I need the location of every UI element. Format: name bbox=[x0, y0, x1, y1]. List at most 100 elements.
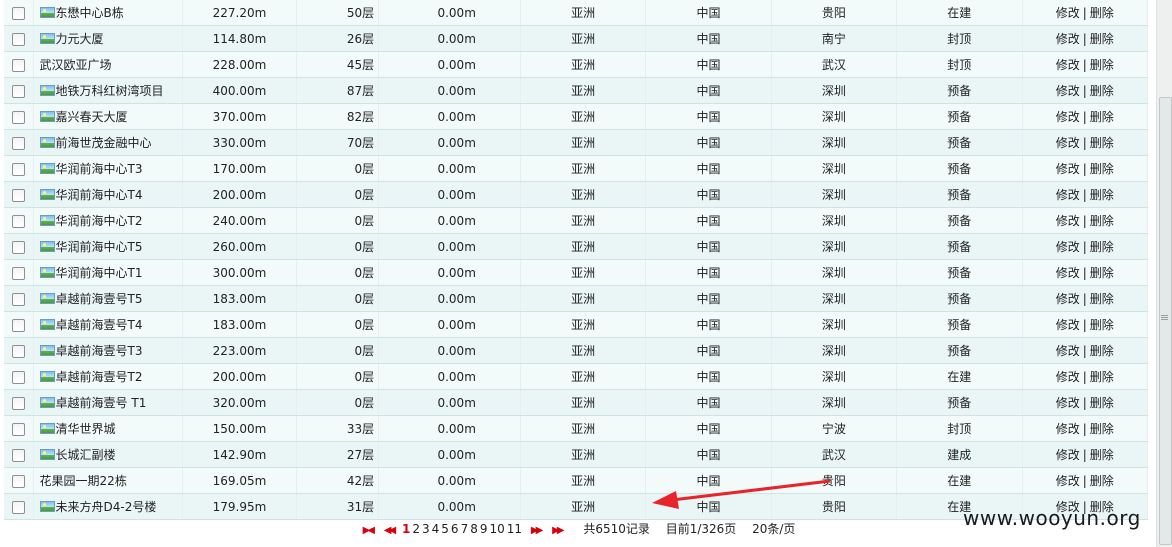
last-page-icon[interactable]: ▶▶ bbox=[552, 525, 565, 536]
image-icon[interactable] bbox=[39, 319, 55, 330]
vertical-scrollbar[interactable] bbox=[1156, 0, 1172, 547]
select-checkbox[interactable] bbox=[11, 344, 25, 358]
image-icon[interactable] bbox=[39, 501, 55, 512]
delete-link[interactable]: 删除 bbox=[1090, 84, 1114, 98]
select-checkbox[interactable] bbox=[11, 422, 25, 436]
row-checkbox[interactable] bbox=[4, 77, 34, 104]
image-icon[interactable] bbox=[39, 163, 55, 174]
edit-link[interactable]: 修改 bbox=[1056, 448, 1080, 462]
row-checkbox[interactable] bbox=[4, 259, 34, 286]
image-icon[interactable] bbox=[39, 215, 55, 226]
delete-link[interactable]: 删除 bbox=[1090, 266, 1114, 280]
select-checkbox[interactable] bbox=[11, 318, 25, 332]
select-checkbox[interactable] bbox=[11, 396, 25, 410]
image-icon[interactable] bbox=[39, 85, 55, 96]
select-checkbox[interactable] bbox=[11, 292, 25, 306]
edit-link[interactable]: 修改 bbox=[1056, 370, 1080, 384]
delete-link[interactable]: 删除 bbox=[1090, 136, 1114, 150]
scrollbar-thumb[interactable] bbox=[1159, 97, 1172, 545]
row-actions[interactable]: 修改 | 删除 bbox=[1022, 337, 1149, 364]
page-number-link[interactable]: 3 bbox=[422, 522, 430, 536]
select-checkbox[interactable] bbox=[11, 136, 25, 150]
row-actions[interactable]: 修改 | 删除 bbox=[1022, 0, 1149, 26]
edit-link[interactable]: 修改 bbox=[1056, 344, 1080, 358]
row-checkbox[interactable] bbox=[4, 129, 34, 156]
select-checkbox[interactable] bbox=[11, 162, 25, 176]
image-icon[interactable] bbox=[39, 241, 55, 252]
next-page-icon[interactable]: ▶▶ bbox=[531, 525, 544, 536]
row-actions[interactable]: 修改 | 删除 bbox=[1022, 415, 1149, 442]
delete-link[interactable]: 删除 bbox=[1090, 32, 1114, 46]
row-actions[interactable]: 修改 | 删除 bbox=[1022, 285, 1149, 312]
delete-link[interactable]: 删除 bbox=[1090, 6, 1114, 20]
row-checkbox[interactable] bbox=[4, 181, 34, 208]
row-checkbox[interactable] bbox=[4, 337, 34, 364]
page-number-link[interactable]: 7 bbox=[461, 522, 469, 536]
delete-link[interactable]: 删除 bbox=[1090, 422, 1114, 436]
edit-link[interactable]: 修改 bbox=[1056, 162, 1080, 176]
image-icon[interactable] bbox=[39, 33, 55, 44]
select-checkbox[interactable] bbox=[11, 448, 25, 462]
row-actions[interactable]: 修改 | 删除 bbox=[1022, 441, 1149, 468]
delete-link[interactable]: 删除 bbox=[1090, 318, 1114, 332]
row-checkbox[interactable] bbox=[4, 467, 34, 494]
delete-link[interactable]: 删除 bbox=[1090, 474, 1114, 488]
row-actions[interactable]: 修改 | 删除 bbox=[1022, 311, 1149, 338]
page-number-link[interactable]: 2 bbox=[412, 522, 420, 536]
row-actions[interactable]: 修改 | 删除 bbox=[1022, 467, 1149, 494]
delete-link[interactable]: 删除 bbox=[1090, 396, 1114, 410]
page-number-link[interactable]: 8 bbox=[470, 522, 478, 536]
row-actions[interactable]: 修改 | 删除 bbox=[1022, 129, 1149, 156]
row-actions[interactable]: 修改 | 删除 bbox=[1022, 363, 1149, 390]
select-checkbox[interactable] bbox=[11, 500, 25, 514]
page-number-link[interactable]: 4 bbox=[432, 522, 440, 536]
delete-link[interactable]: 删除 bbox=[1090, 214, 1114, 228]
edit-link[interactable]: 修改 bbox=[1056, 6, 1080, 20]
row-checkbox[interactable] bbox=[4, 285, 34, 312]
delete-link[interactable]: 删除 bbox=[1090, 344, 1114, 358]
select-checkbox[interactable] bbox=[11, 84, 25, 98]
row-actions[interactable]: 修改 | 删除 bbox=[1022, 103, 1149, 130]
page-number-link[interactable]: 6 bbox=[451, 522, 459, 536]
page-number-link[interactable]: 5 bbox=[441, 522, 449, 536]
delete-link[interactable]: 删除 bbox=[1090, 448, 1114, 462]
row-checkbox[interactable] bbox=[4, 493, 34, 520]
image-icon[interactable] bbox=[39, 371, 55, 382]
select-checkbox[interactable] bbox=[11, 58, 25, 72]
select-checkbox[interactable] bbox=[11, 110, 25, 124]
row-checkbox[interactable] bbox=[4, 103, 34, 130]
edit-link[interactable]: 修改 bbox=[1056, 240, 1080, 254]
row-checkbox[interactable] bbox=[4, 51, 34, 78]
edit-link[interactable]: 修改 bbox=[1056, 266, 1080, 280]
first-page-icon[interactable]: ▶◀ bbox=[363, 525, 376, 536]
edit-link[interactable]: 修改 bbox=[1056, 136, 1080, 150]
row-checkbox[interactable] bbox=[4, 233, 34, 260]
edit-link[interactable]: 修改 bbox=[1056, 110, 1080, 124]
delete-link[interactable]: 删除 bbox=[1090, 162, 1114, 176]
delete-link[interactable]: 删除 bbox=[1090, 188, 1114, 202]
delete-link[interactable]: 删除 bbox=[1090, 370, 1114, 384]
select-checkbox[interactable] bbox=[11, 6, 25, 20]
image-icon[interactable] bbox=[39, 189, 55, 200]
select-checkbox[interactable] bbox=[11, 240, 25, 254]
edit-link[interactable]: 修改 bbox=[1056, 292, 1080, 306]
row-actions[interactable]: 修改 | 删除 bbox=[1022, 155, 1149, 182]
edit-link[interactable]: 修改 bbox=[1056, 84, 1080, 98]
row-actions[interactable]: 修改 | 删除 bbox=[1022, 389, 1149, 416]
edit-link[interactable]: 修改 bbox=[1056, 32, 1080, 46]
row-checkbox[interactable] bbox=[4, 389, 34, 416]
page-number-link[interactable]: 9 bbox=[480, 522, 488, 536]
image-icon[interactable] bbox=[39, 7, 55, 18]
edit-link[interactable]: 修改 bbox=[1056, 318, 1080, 332]
edit-link[interactable]: 修改 bbox=[1056, 474, 1080, 488]
image-icon[interactable] bbox=[39, 345, 55, 356]
row-checkbox[interactable] bbox=[4, 25, 34, 52]
image-icon[interactable] bbox=[39, 137, 55, 148]
page-number-link[interactable]: 11 bbox=[507, 522, 522, 536]
row-checkbox[interactable] bbox=[4, 363, 34, 390]
delete-link[interactable]: 删除 bbox=[1090, 110, 1114, 124]
image-icon[interactable] bbox=[39, 449, 55, 460]
page-number-link[interactable]: 1 bbox=[402, 522, 410, 536]
image-icon[interactable] bbox=[39, 111, 55, 122]
row-actions[interactable]: 修改 | 删除 bbox=[1022, 207, 1149, 234]
